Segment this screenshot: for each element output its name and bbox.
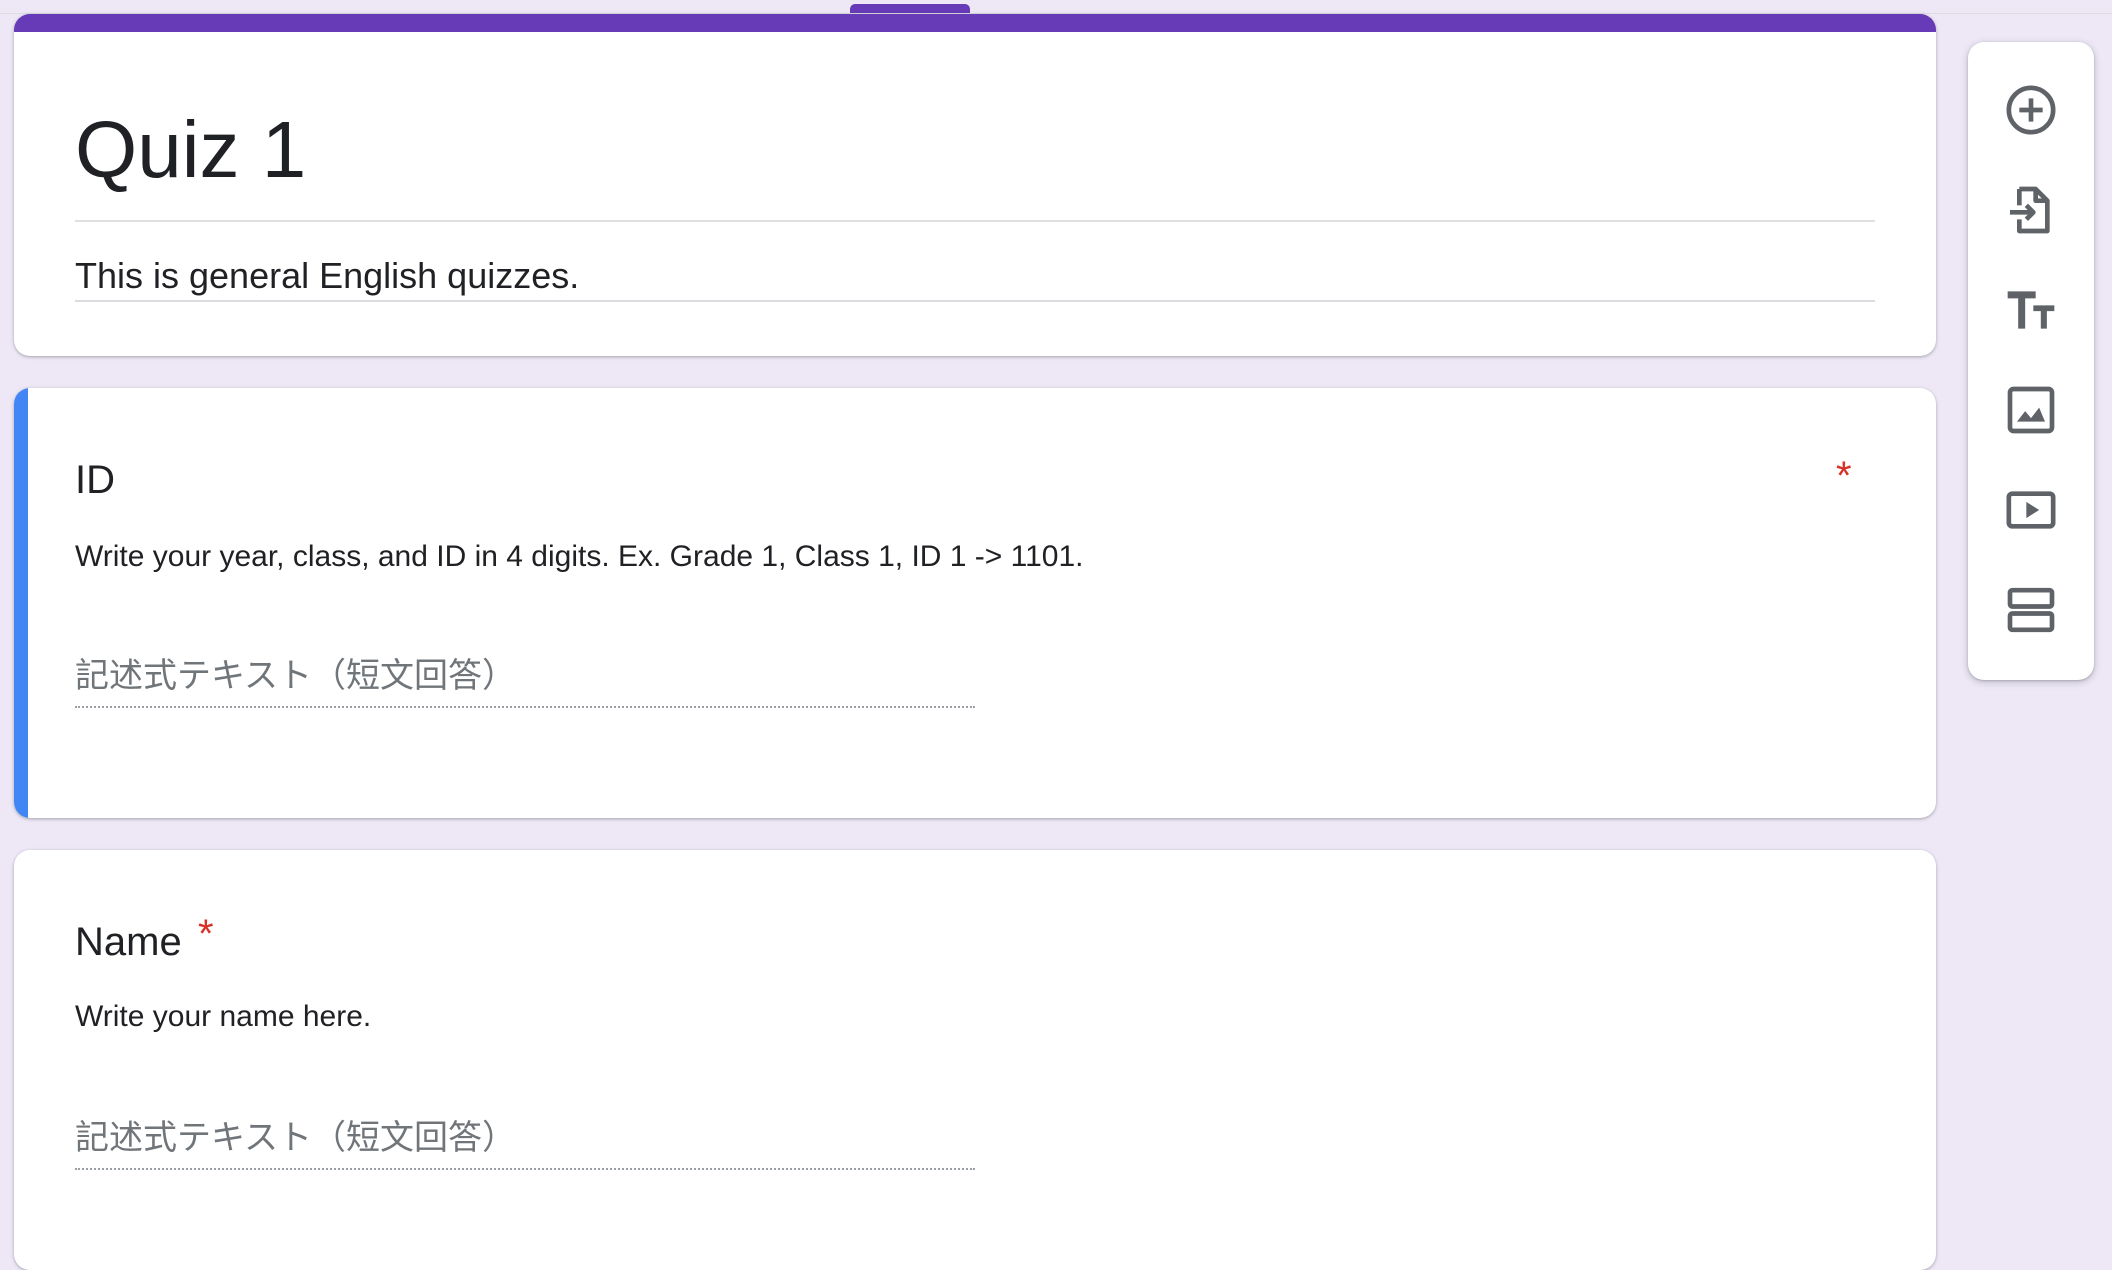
question-card-id[interactable]: ID * Write your year, class, and ID in 4… bbox=[14, 388, 1936, 818]
title-underline bbox=[75, 220, 1875, 222]
question-title: ID bbox=[75, 458, 115, 502]
short-answer-input[interactable] bbox=[75, 1108, 975, 1170]
add-section-button[interactable] bbox=[1991, 570, 2071, 650]
add-image-button[interactable] bbox=[1991, 370, 2071, 450]
add-video-button[interactable] bbox=[1991, 470, 2071, 550]
form-title[interactable]: Quiz 1 bbox=[75, 102, 1875, 198]
add-question-button[interactable] bbox=[1991, 70, 2071, 150]
description-underline bbox=[75, 300, 1875, 302]
form-description[interactable]: This is general English quizzes. bbox=[75, 254, 1875, 298]
question-help-text: Write your year, class, and ID in 4 digi… bbox=[75, 540, 1084, 573]
question-title: Name bbox=[75, 920, 182, 964]
floating-toolbar bbox=[1968, 42, 2094, 680]
question-card-name[interactable]: Name * Write your name here. bbox=[14, 850, 1936, 1270]
short-answer-input[interactable] bbox=[75, 646, 975, 708]
add-title-icon bbox=[2007, 291, 2055, 329]
question-help-text: Write your name here. bbox=[75, 1000, 372, 1033]
add-section-icon bbox=[2007, 587, 2055, 633]
required-asterisk: * bbox=[1836, 454, 1852, 498]
form-title-card[interactable]: Quiz 1 This is general English quizzes. bbox=[14, 14, 1936, 356]
add-image-icon bbox=[2007, 386, 2055, 434]
import-questions-icon bbox=[2010, 186, 2050, 234]
add-video-icon bbox=[2006, 491, 2056, 529]
active-tab-indicator bbox=[850, 4, 970, 13]
required-asterisk: * bbox=[198, 912, 214, 956]
add-question-icon bbox=[2006, 85, 2056, 135]
add-title-button[interactable] bbox=[1991, 270, 2071, 350]
import-questions-button[interactable] bbox=[1991, 170, 2071, 250]
